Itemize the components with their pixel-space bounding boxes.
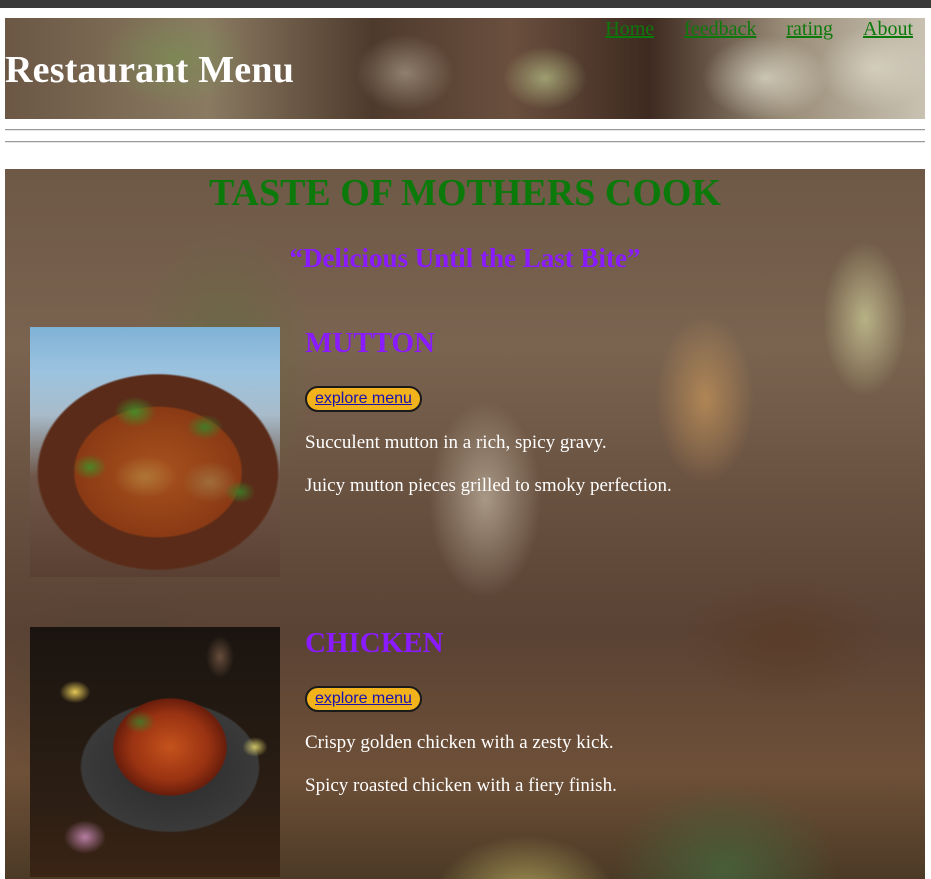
main-nav: Home feedback rating About [605,18,913,41]
explore-menu-button-chicken[interactable]: explore menu [305,686,422,712]
hero-section: TASTE OF MOTHERS COOK “Delicious Until t… [5,169,925,879]
site-header: Restaurant Menu Home feedback rating Abo… [5,18,925,119]
browser-top-bar [0,0,931,8]
item-description: Juicy mutton pieces grilled to smoky per… [305,475,672,496]
divider [5,141,925,143]
item-title-chicken: CHICKEN [305,627,444,659]
explore-menu-button-mutton[interactable]: explore menu [305,386,422,412]
item-description: Crispy golden chicken with a zesty kick. [305,732,614,753]
site-title: Restaurant Menu [5,49,295,91]
roast-chicken-image [30,627,280,877]
item-description: Succulent mutton in a rich, spicy gravy. [305,432,607,453]
hero-title: TASTE OF MOTHERS COOK [208,172,722,214]
nav-link-rating[interactable]: rating [786,18,833,41]
mutton-curry-image [30,327,280,577]
hero-tagline: “Delicious Until the Last Bite” [289,243,641,273]
item-description: Spicy roasted chicken with a fiery finis… [305,775,617,796]
item-title-mutton: MUTTON [305,327,435,359]
divider [5,129,925,131]
nav-link-about[interactable]: About [863,18,913,41]
nav-link-home[interactable]: Home [605,18,654,41]
nav-link-feedback[interactable]: feedback [684,18,756,41]
